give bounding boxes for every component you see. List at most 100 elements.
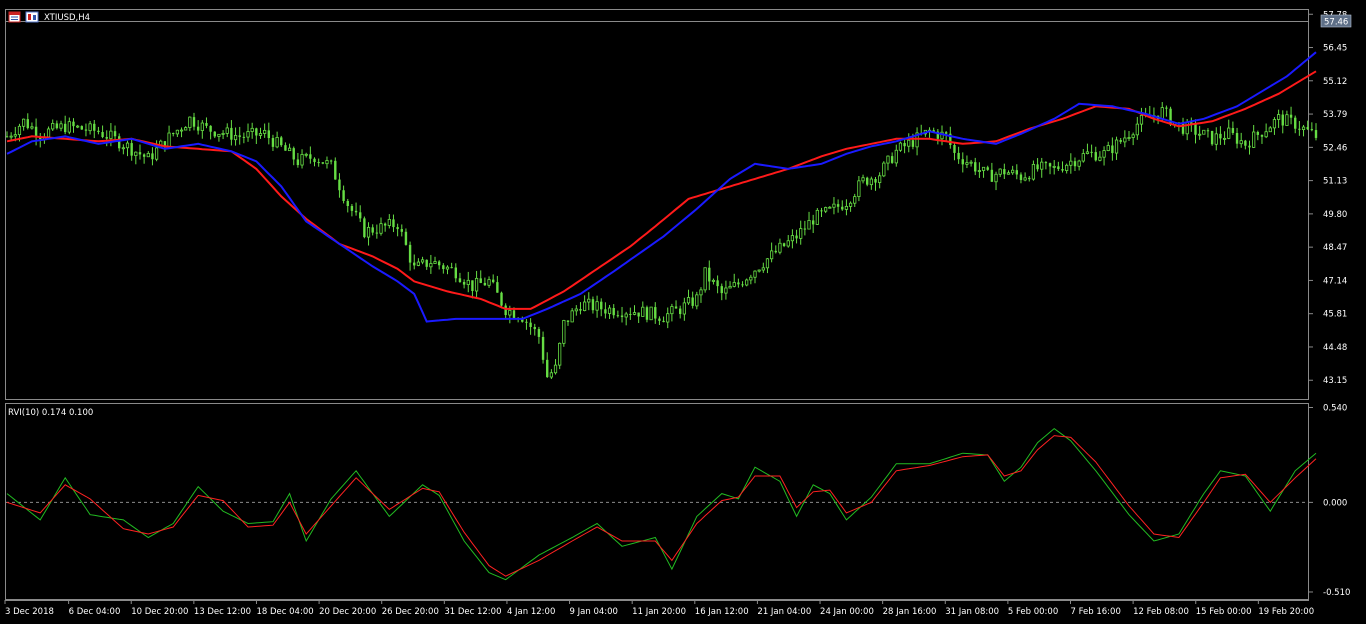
candle	[483, 277, 487, 286]
candle	[221, 130, 225, 140]
price-pane[interactable]: XTIUSD,H4	[5, 9, 1318, 400]
candle	[824, 206, 828, 214]
candle	[1248, 140, 1251, 155]
candle	[209, 125, 212, 140]
candle	[84, 123, 88, 137]
candle	[612, 304, 615, 319]
rvi-pane-border	[5, 403, 1309, 600]
candle	[329, 159, 333, 165]
candle	[774, 245, 777, 254]
candle	[1015, 164, 1018, 180]
candle	[720, 283, 723, 301]
candle	[101, 125, 104, 139]
candle	[903, 139, 906, 154]
candle	[496, 275, 499, 293]
candle	[1106, 141, 1110, 152]
candle	[1301, 124, 1306, 137]
candle	[699, 287, 703, 303]
candle	[844, 199, 849, 216]
candle	[574, 305, 578, 316]
candle	[724, 280, 728, 300]
candle	[1139, 107, 1144, 132]
candle	[321, 162, 325, 165]
candle	[258, 127, 263, 139]
candle	[820, 207, 823, 218]
candle	[284, 142, 287, 151]
candlesticks	[5, 102, 1318, 379]
time-tick-label: 9 Jan 04:00	[570, 607, 618, 617]
rvi-signal-line	[6, 435, 1317, 577]
candle	[416, 258, 421, 267]
time-tick-label: 18 Dec 04:00	[256, 607, 313, 617]
candle	[250, 122, 254, 139]
candle	[936, 129, 940, 145]
candle	[853, 193, 857, 207]
candle	[1061, 161, 1064, 173]
candle	[1206, 128, 1210, 138]
candle	[994, 171, 998, 191]
candle	[587, 292, 591, 311]
candle	[1239, 132, 1243, 148]
candle	[986, 165, 989, 171]
rvi-pane[interactable]: RVI(10) 0.174 0.100	[5, 403, 1317, 600]
time-tick-label: 10 Dec 20:00	[131, 607, 188, 617]
candle	[462, 279, 466, 289]
candle	[998, 168, 1002, 178]
candle	[737, 278, 740, 288]
time-tick-label: 19 Feb 20:00	[1258, 607, 1314, 617]
candle	[965, 155, 969, 169]
candle	[882, 161, 886, 178]
candle	[949, 126, 952, 149]
candle	[533, 323, 536, 336]
candle	[1090, 144, 1093, 158]
candle	[142, 153, 146, 164]
candle	[961, 152, 964, 173]
candle	[703, 267, 707, 293]
candle	[1165, 105, 1168, 117]
candle	[437, 260, 441, 270]
candle	[300, 149, 304, 169]
time-tick-label: 11 Jan 20:00	[632, 607, 686, 617]
candle	[392, 214, 395, 233]
candle	[354, 202, 358, 216]
candle	[869, 176, 873, 190]
time-tick-label: 21 Jan 04:00	[757, 607, 811, 617]
candle	[1019, 172, 1023, 184]
candle	[184, 126, 188, 131]
candle	[1069, 153, 1073, 174]
candle	[105, 130, 108, 147]
candle	[803, 220, 807, 236]
candle	[654, 302, 657, 324]
candle	[429, 254, 433, 274]
candle	[1111, 137, 1114, 161]
candle	[492, 274, 495, 284]
candle	[138, 144, 142, 160]
price-tick-label: 47.14	[1323, 276, 1347, 286]
candle	[1222, 131, 1227, 145]
candle	[765, 258, 770, 274]
candle	[121, 144, 125, 155]
time-tick-label: 28 Jan 16:00	[883, 607, 937, 617]
candle	[304, 152, 308, 158]
candle	[848, 201, 853, 212]
candle	[832, 197, 836, 215]
candle	[413, 254, 416, 270]
candle	[1031, 160, 1036, 181]
candle	[595, 295, 599, 318]
candle	[1294, 115, 1297, 134]
candle	[188, 116, 192, 132]
candle	[230, 120, 233, 146]
price-tick-label: 48.47	[1323, 243, 1347, 253]
candle	[80, 125, 83, 130]
candle	[1098, 151, 1102, 162]
candle	[200, 120, 204, 139]
candle	[63, 115, 67, 135]
candle	[890, 152, 894, 164]
candle	[874, 177, 877, 191]
candle	[981, 166, 986, 178]
candle	[342, 185, 345, 204]
price-pane-border	[5, 9, 1309, 400]
candle	[271, 134, 275, 151]
candle	[637, 312, 640, 324]
candle	[97, 126, 100, 135]
